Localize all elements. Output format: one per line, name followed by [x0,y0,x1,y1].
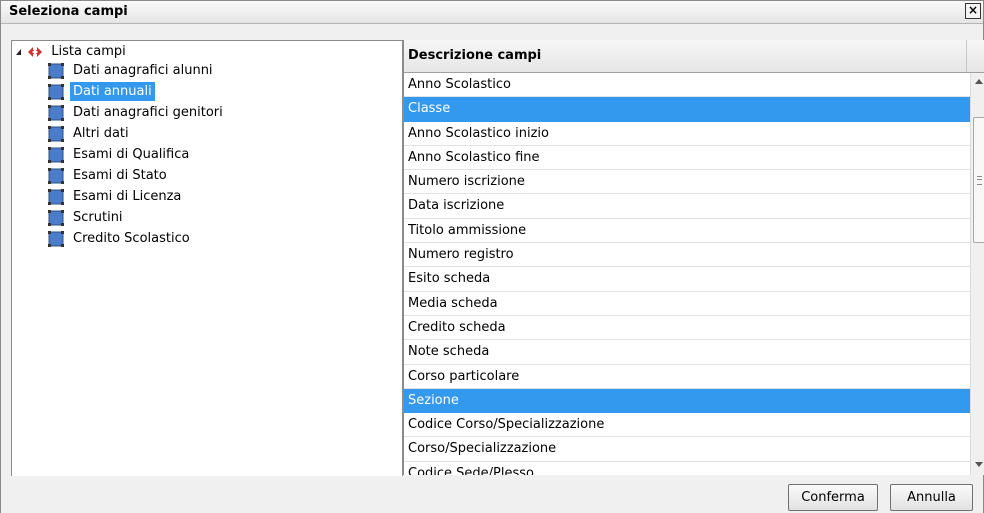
scroll-up-arrow-icon[interactable] [975,79,983,84]
confirm-button[interactable]: Conferma [788,484,878,511]
grid-row[interactable]: Anno Scolastico [404,73,970,98]
vertical-scrollbar[interactable] [970,73,984,475]
grid-row[interactable]: Credito scheda [404,316,970,341]
fields-grid: Descrizione campi Anno Scolastico Classe A… [403,40,984,475]
grid-row[interactable]: Media scheda [404,292,970,316]
tree-item-label: Scrutini [73,210,123,225]
grid-rows: Anno Scolastico Classe Anno Scolastico ini… [404,73,970,475]
tree-item-label: Altri dati [73,126,129,141]
grid-row[interactable]: Data iscrizione [404,194,970,219]
field-group-icon [48,231,64,247]
dialog-title: Seleziona campi [9,4,128,19]
scroll-grip-icon [977,176,982,185]
tree-item-label: Credito Scolastico [73,231,190,246]
field-group-icon [48,84,64,100]
grid-row[interactable]: Anno Scolastico fine [404,146,970,171]
tree-item-label: Esami di Qualifica [73,147,190,162]
tree-item-label: Dati annuali [70,82,155,101]
grid-row[interactable]: Codice Corso/Specializzazione [404,413,970,438]
column-separator [966,40,967,72]
close-icon[interactable]: × [965,3,981,19]
field-group-icon [48,210,64,226]
grid-row[interactable]: Anno Scolastico inizio [404,122,970,146]
tree-root[interactable]: Lista campi [16,44,126,60]
tree-item-label: Esami di Stato [73,168,167,183]
column-header-descrizione[interactable]: Descrizione campi [408,48,541,63]
tree-item-label: Esami di Licenza [73,189,182,204]
tree-item-label: Dati anagrafici genitori [73,105,223,120]
tree-item-label: Dati anagrafici alunni [73,63,213,78]
cancel-button[interactable]: Annulla [890,484,973,511]
field-group-icon [48,168,64,184]
grid-header: Descrizione campi [404,40,984,73]
list-root-icon [27,46,43,58]
grid-row[interactable]: Sezione [404,388,970,414]
grid-row[interactable]: Classe [404,97,970,122]
scroll-down-arrow-icon[interactable] [975,462,983,467]
grid-row[interactable]: Titolo ammissione [404,219,970,244]
title-bar: Seleziona campi × [1,1,983,24]
select-fields-dialog: Seleziona campi × Lista campi Dati anagr… [0,0,984,513]
dialog-footer: Conferma Annulla [1,476,983,513]
field-group-icon [48,147,64,163]
tree-root-label: Lista campi [51,44,126,59]
fields-tree-panel: Lista campi Dati anagrafici alunni Dati a… [11,40,403,477]
collapse-arrow-icon[interactable] [16,48,21,55]
grid-row[interactable]: Note scheda [404,340,970,365]
field-group-icon [48,126,64,142]
grid-row[interactable]: Esito scheda [404,267,970,292]
grid-row[interactable]: Numero iscrizione [404,170,970,195]
grid-row[interactable]: Codice Sede/Plesso [404,462,970,475]
grid-row[interactable]: Corso particolare [404,365,970,389]
field-group-icon [48,189,64,205]
scroll-thumb[interactable] [973,117,984,243]
field-group-icon [48,63,64,79]
grid-row[interactable]: Numero registro [404,243,970,268]
field-group-icon [48,105,64,121]
grid-row[interactable]: Corso/Specializzazione [404,437,970,462]
